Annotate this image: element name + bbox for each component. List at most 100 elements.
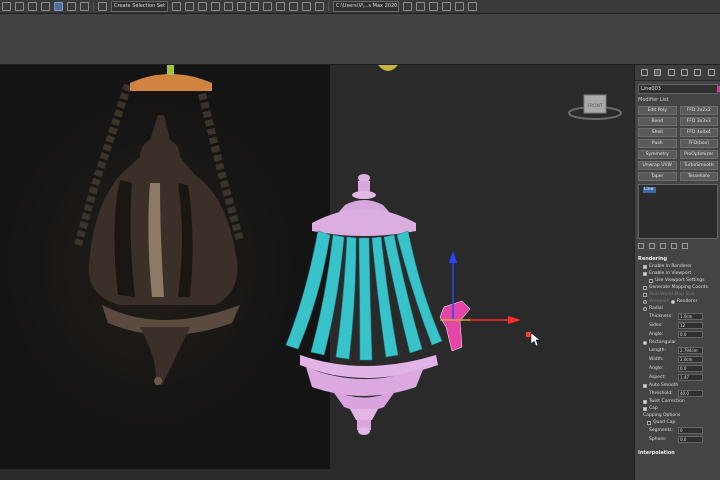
selected-spline-object[interactable] <box>439 300 471 352</box>
gen-mapping-checkbox[interactable] <box>643 285 647 290</box>
help-icon[interactable] <box>468 2 478 11</box>
angle2-field[interactable]: 0.0 <box>678 365 703 372</box>
quad-cap-option[interactable]: Quad Cap <box>647 420 718 425</box>
use-viewport-settings-checkbox[interactable] <box>649 278 653 283</box>
modifier-button[interactable]: FFD 4x4x4 <box>679 128 718 137</box>
render-online-icon[interactable] <box>315 2 325 11</box>
folder-up-icon[interactable] <box>416 2 426 11</box>
auto-smooth-option[interactable]: Auto Smooth <box>643 383 718 388</box>
real-world-checkbox[interactable] <box>643 292 647 297</box>
modifier-button[interactable]: Push <box>638 139 677 148</box>
quad-cap-checkbox[interactable] <box>647 420 651 425</box>
render-setup-icon[interactable] <box>276 2 286 11</box>
width-field[interactable]: 2.0cm <box>678 356 703 363</box>
material-editor-icon[interactable] <box>263 2 273 11</box>
radial-label: Radial <box>649 306 663 311</box>
scene-object-top[interactable] <box>378 65 398 71</box>
folder-open-icon[interactable] <box>429 2 439 11</box>
enable-viewport-checkbox[interactable] <box>643 271 647 276</box>
auto-smooth-checkbox[interactable] <box>643 383 647 388</box>
create-tab-icon[interactable] <box>641 69 649 76</box>
sides-field[interactable]: 12 <box>678 322 703 329</box>
folder-new-icon[interactable] <box>442 2 452 11</box>
sphere-field[interactable]: 0.0 <box>678 436 703 443</box>
gen-mapping-option[interactable]: Generate Mapping Coords. <box>643 285 718 290</box>
remove-modifier-icon[interactable] <box>671 243 677 249</box>
radial-radio[interactable] <box>643 306 647 311</box>
modifier-button[interactable]: Taper <box>638 172 677 181</box>
configure-sets-icon[interactable] <box>682 243 688 249</box>
selection-set-dropdown[interactable]: Create Selection Set <box>111 1 169 12</box>
modifier-button[interactable]: FFD(box) <box>679 139 718 148</box>
modifier-button[interactable]: TurboSmooth <box>679 161 718 170</box>
display-tab-icon[interactable] <box>694 69 702 76</box>
render-production-icon[interactable] <box>302 2 312 11</box>
show-end-result-icon[interactable] <box>649 243 655 249</box>
mirror-icon[interactable] <box>172 2 182 11</box>
renderer-radio[interactable] <box>670 299 675 304</box>
rectangular-radio[interactable] <box>643 340 647 345</box>
project-folder-icon[interactable] <box>403 2 413 11</box>
command-panel-tabs <box>635 65 720 81</box>
enable-renderer-checkbox[interactable] <box>643 264 647 269</box>
select-link-icon[interactable] <box>2 2 11 11</box>
radial-option[interactable]: Radial <box>643 306 718 311</box>
segments-field[interactable]: 0 <box>678 427 703 434</box>
viewport-radio[interactable] <box>643 299 647 304</box>
folder-project-icon[interactable] <box>455 2 465 11</box>
modeled-lamp: FRONT <box>285 65 622 435</box>
length-field[interactable]: 2.794cm <box>678 347 703 354</box>
modifier-button[interactable]: FFD 3x3x3 <box>679 117 718 126</box>
toggle-scene-explorer-icon[interactable] <box>198 2 208 11</box>
make-unique-icon[interactable] <box>660 243 666 249</box>
stack-item-line[interactable]: Line <box>643 187 656 193</box>
rectangular-option[interactable]: Rectangular <box>643 340 718 345</box>
hierarchy-tab-icon[interactable] <box>667 69 675 76</box>
angle-field[interactable]: 0.0 <box>678 331 703 338</box>
layer-explorer-icon[interactable] <box>211 2 221 11</box>
modifier-button[interactable]: Tessellate <box>679 172 718 181</box>
scale-icon[interactable] <box>28 2 37 11</box>
cap-option[interactable]: Cap <box>643 406 718 411</box>
cap-checkbox[interactable] <box>643 406 647 411</box>
snap-3d-icon[interactable] <box>41 2 50 11</box>
vertex-marker[interactable] <box>526 332 531 337</box>
main-toolbar: Create Selection Set C:\Users\V\...s Max… <box>0 0 720 14</box>
modify-tab-icon[interactable] <box>654 69 662 76</box>
use-viewport-settings-option[interactable]: Use Viewport Settings <box>649 278 718 283</box>
thickness-field[interactable]: 1.0cm <box>678 313 703 320</box>
align-icon[interactable] <box>185 2 195 11</box>
schematic-view-icon[interactable] <box>250 2 260 11</box>
rendering-rollout-title[interactable]: Rendering <box>638 256 718 262</box>
curve-editor-icon[interactable] <box>237 2 247 11</box>
modifier-list-dropdown[interactable]: Modifier List <box>638 97 718 103</box>
angle-snap-icon[interactable] <box>54 2 63 11</box>
modifier-button[interactable]: Symmetry <box>638 150 677 159</box>
modifier-button[interactable]: Bend <box>638 117 677 126</box>
enable-renderer-option[interactable]: Enable In Renderer <box>643 264 718 269</box>
pin-stack-icon[interactable] <box>638 243 644 249</box>
modifier-button[interactable]: ProOptimizer <box>679 150 718 159</box>
front-viewport[interactable]: FRONT <box>0 65 634 480</box>
threshold-field[interactable]: 40.0 <box>678 390 703 397</box>
percent-snap-icon[interactable] <box>67 2 76 11</box>
spinner-snap-icon[interactable] <box>80 2 89 11</box>
edit-named-selection-icon[interactable] <box>98 2 107 11</box>
aspect-field[interactable]: 1.47 <box>678 374 703 381</box>
modifier-button[interactable]: Unwrap UVW <box>638 161 677 170</box>
twist-checkbox[interactable] <box>643 399 647 404</box>
modifier-button[interactable]: Shell <box>638 128 677 137</box>
object-name-field[interactable]: Line003 <box>638 84 720 94</box>
toggle-ribbon-icon[interactable] <box>224 2 234 11</box>
twist-option[interactable]: Twist Correction <box>643 399 718 404</box>
rendered-frame-icon[interactable] <box>289 2 299 11</box>
modifier-button[interactable]: FFD 2x2x2 <box>679 106 718 115</box>
move-icon[interactable] <box>15 2 24 11</box>
utilities-tab-icon[interactable] <box>707 69 715 76</box>
modifier-button[interactable]: Edit Poly <box>638 106 677 115</box>
project-path-field[interactable]: C:\Users\V\...s Max 2020 <box>333 1 400 12</box>
enable-viewport-option[interactable]: Enable In Viewport <box>643 271 718 276</box>
interpolation-rollout-title[interactable]: Interpolation <box>638 450 675 456</box>
real-world-option[interactable]: Real-World Map Size <box>643 292 718 297</box>
motion-tab-icon[interactable] <box>681 69 689 76</box>
